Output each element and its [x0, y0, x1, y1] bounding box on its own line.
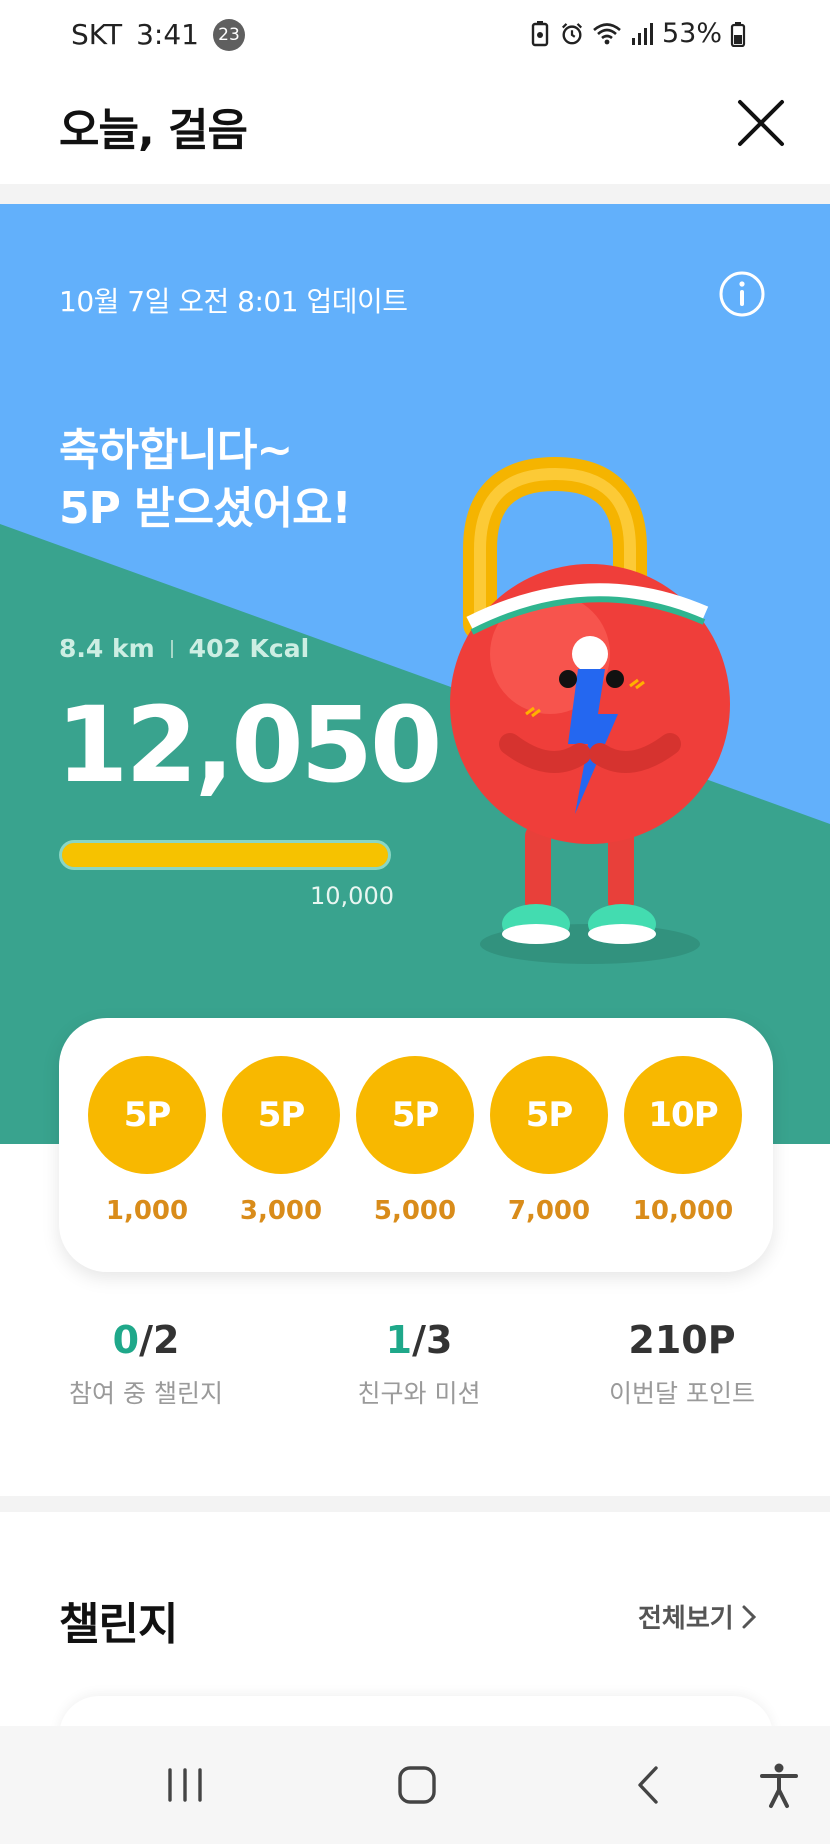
- recents-icon[interactable]: [160, 1760, 210, 1810]
- section-divider: [0, 184, 830, 204]
- clock: 3:41: [136, 18, 199, 51]
- reward-message-line1: 축하합니다~: [59, 425, 293, 476]
- system-navigation-bar: [0, 1726, 830, 1844]
- top-header: 오늘, 걸음: [0, 72, 830, 184]
- accessibility-icon[interactable]: [754, 1760, 804, 1810]
- notification-badge: 23: [212, 18, 245, 51]
- monthly-points-value: 210P: [628, 1318, 736, 1362]
- milestone-item[interactable]: 10P 10,000: [624, 1056, 742, 1226]
- mission-count: 1/3: [299, 1318, 539, 1362]
- challenge-count-current: 0: [112, 1318, 140, 1362]
- challenge-summary[interactable]: 0/2 참여 중 챌린지: [26, 1318, 266, 1410]
- back-icon[interactable]: [624, 1760, 674, 1810]
- milestone-item[interactable]: 5P 5,000: [356, 1056, 474, 1226]
- lock-mascot-illustration: [450, 456, 730, 964]
- mission-count-total: /3: [412, 1318, 453, 1362]
- mission-count-current: 1: [385, 1318, 413, 1362]
- mission-summary-label: 친구와 미션: [357, 1379, 481, 1408]
- goal-progress-fill: [62, 843, 388, 867]
- milestone-points-coin: 10P: [624, 1056, 742, 1174]
- wifi-icon: [593, 22, 621, 44]
- status-bar: SKT 3:41 23 53%: [0, 0, 830, 72]
- battery-percent: 53%: [661, 18, 722, 49]
- challenge-count: 0/2: [26, 1318, 266, 1362]
- challenge-count-total: /2: [139, 1318, 180, 1362]
- battery-icon: [730, 21, 746, 47]
- challenge-section-title: 챌린지: [59, 1599, 178, 1650]
- points-summary[interactable]: 210P 이번달 포인트: [562, 1318, 802, 1410]
- view-all-link[interactable]: 전체보기: [638, 1598, 758, 1635]
- section-divider: [0, 1496, 830, 1512]
- reward-message: 축하합니다~ 5P 받으셨어요!: [59, 422, 352, 538]
- milestone-points-coin: 5P: [356, 1056, 474, 1174]
- reward-message-line2: 5P 받으셨어요!: [59, 483, 352, 534]
- close-icon[interactable]: [730, 92, 792, 154]
- step-count: 12,050: [56, 684, 442, 806]
- goal-steps-label: 10,000: [310, 882, 394, 910]
- milestone-rewards-card: 5P 1,000 5P 3,000 5P 5,000 5P 7,000 10P …: [59, 1018, 773, 1272]
- milestone-item[interactable]: 5P 3,000: [222, 1056, 340, 1226]
- milestone-points-coin: 5P: [490, 1056, 608, 1174]
- milestone-steps-label: 10,000: [632, 1196, 734, 1226]
- update-timestamp: 10월 7일 오전 8:01 업데이트: [59, 285, 408, 318]
- battery-saver-icon: [531, 20, 549, 46]
- page-title: 오늘, 걸음: [59, 105, 248, 156]
- view-all-label: 전체보기: [638, 1604, 734, 1634]
- alarm-icon: [561, 22, 582, 44]
- monthly-points-label: 이번달 포인트: [609, 1379, 755, 1408]
- milestone-item[interactable]: 5P 1,000: [88, 1056, 206, 1226]
- info-icon[interactable]: [718, 270, 766, 318]
- milestone-points-coin: 5P: [222, 1056, 340, 1174]
- mission-summary[interactable]: 1/3 친구와 미션: [299, 1318, 539, 1410]
- milestone-steps-label: 5,000: [373, 1196, 457, 1226]
- calories-value: 402 Kcal: [188, 634, 310, 663]
- chevron-right-icon: [742, 1605, 756, 1628]
- steps-hero: 10월 7일 오전 8:01 업데이트 축하합니다~ 5P 받으셨어요! 8.4…: [0, 204, 830, 1144]
- signal-icon: [631, 22, 653, 45]
- activity-stats: 8.4 km 402 Kcal: [59, 634, 309, 663]
- challenge-summary-label: 참여 중 챌린지: [69, 1379, 223, 1408]
- home-icon[interactable]: [392, 1760, 442, 1810]
- milestone-item[interactable]: 5P 7,000: [490, 1056, 608, 1226]
- milestone-steps-label: 7,000: [507, 1196, 591, 1226]
- goal-progress-bar: [59, 840, 391, 870]
- milestone-points-coin: 5P: [88, 1056, 206, 1174]
- milestone-steps-label: 1,000: [105, 1196, 189, 1226]
- stats-divider: [170, 639, 173, 658]
- distance-value: 8.4 km: [59, 634, 155, 663]
- summary-stats: 0/2 참여 중 챌린지 1/3 친구와 미션 210P 이번달 포인트: [0, 1318, 830, 1428]
- milestone-steps-label: 3,000: [239, 1196, 323, 1226]
- carrier-label: SKT: [71, 18, 123, 51]
